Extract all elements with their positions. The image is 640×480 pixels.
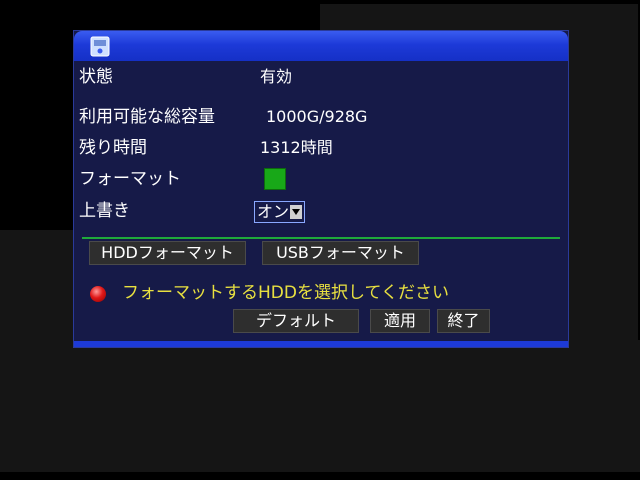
overwrite-select[interactable]: オン (254, 201, 306, 223)
status-value: 有効 (260, 67, 293, 86)
remaining-time-value: 1312時間 (260, 138, 333, 157)
hdd-format-button[interactable]: HDDフォーマット (89, 241, 246, 265)
capacity-value: 1000G/928G (266, 107, 368, 126)
format-checkbox[interactable] (264, 168, 286, 190)
apply-button[interactable]: 適用 (370, 309, 430, 333)
dialog-bottom-bar (74, 341, 568, 347)
screen: 状態 有効 利用可能な総容量 1000G/928G 残り時間 1312時間 フォ… (0, 0, 640, 480)
red-dot-icon (90, 286, 106, 302)
capacity-label: 利用可能な総容量 (79, 107, 215, 127)
default-button[interactable]: デフォルト (233, 309, 359, 333)
section-divider (82, 237, 560, 239)
remaining-time-label: 残り時間 (79, 138, 147, 158)
chevron-down-icon[interactable] (290, 205, 303, 219)
overwrite-label: 上書き (79, 201, 130, 221)
exit-button[interactable]: 終了 (437, 309, 490, 333)
hdd-management-dialog: 状態 有効 利用可能な総容量 1000G/928G 残り時間 1312時間 フォ… (73, 30, 569, 348)
usb-format-button[interactable]: USBフォーマット (262, 241, 419, 265)
format-label: フォーマット (79, 169, 181, 189)
background-panel-bottom (0, 340, 640, 472)
status-message: フォーマットするHDDを選択してください (122, 283, 449, 303)
background-bottom-strip (0, 472, 640, 480)
dialog-title-bar (74, 31, 568, 61)
status-label: 状態 (79, 67, 113, 87)
hdd-icon (90, 36, 110, 57)
overwrite-selected-value: オン (257, 202, 290, 221)
